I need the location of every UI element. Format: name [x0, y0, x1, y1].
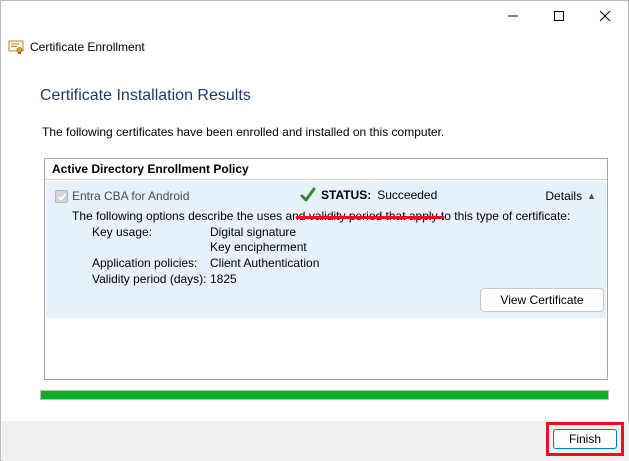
progress-fill	[41, 391, 608, 399]
enrollment-policy-group: Active Directory Enrollment Policy Entra…	[44, 158, 608, 380]
certificate-name: Entra CBA for Android	[72, 189, 190, 203]
progress-bar	[40, 390, 609, 400]
success-check-icon	[300, 187, 316, 202]
close-icon	[599, 10, 611, 22]
status-value: Succeeded	[377, 188, 438, 202]
validity-period-row: Validity period (days): 1825	[92, 272, 319, 287]
caption-buttons	[490, 1, 628, 31]
footer-bar: Finish	[2, 421, 629, 461]
close-button[interactable]	[582, 1, 628, 31]
application-policies-value: Client Authentication	[210, 256, 320, 270]
status-indicator: STATUS: Succeeded	[300, 187, 437, 203]
status-label: STATUS:	[321, 188, 372, 202]
key-usage-label: Key usage:	[92, 225, 153, 239]
window-title: Certificate Enrollment	[30, 40, 145, 54]
checkmark-icon	[57, 193, 67, 201]
page-title: Certificate Installation Results	[40, 87, 251, 104]
key-usage-value: Digital signature	[210, 225, 297, 239]
minimize-icon	[508, 15, 518, 17]
application-policies-label: Application policies:	[92, 256, 198, 270]
details-toggle[interactable]: Details ▲	[545, 189, 596, 203]
status-annotation-underline	[295, 216, 445, 219]
certificate-checkbox[interactable]	[55, 190, 68, 203]
key-usage-value: Key encipherment	[210, 240, 307, 254]
finish-annotation-box: Finish	[546, 422, 624, 456]
key-usage-row: Key usage: Digital signature Key enciphe…	[92, 225, 319, 255]
certificate-panel: Entra CBA for Android STATUS: Succeeded …	[46, 181, 606, 318]
validity-period-label: Validity period (days):	[92, 272, 207, 286]
certificate-enrollment-window: Certificate Enrollment Certificate Insta…	[0, 0, 629, 461]
certificate-icon	[8, 40, 24, 55]
application-policies-row: Application policies: Client Authenticat…	[92, 256, 319, 271]
details-label: Details	[545, 189, 583, 203]
title-bar: Certificate Enrollment	[8, 38, 145, 56]
maximize-button[interactable]	[536, 1, 582, 31]
intro-text: The following certificates have been enr…	[42, 125, 445, 139]
view-certificate-button[interactable]: View Certificate	[480, 288, 604, 312]
certificate-properties: Key usage: Digital signature Key enciphe…	[92, 225, 319, 288]
validity-period-value: 1825	[210, 272, 237, 286]
minimize-button[interactable]	[490, 1, 536, 31]
finish-button[interactable]: Finish	[553, 429, 617, 449]
policy-name: Active Directory Enrollment Policy	[45, 159, 607, 180]
chevron-up-icon: ▲	[587, 191, 596, 201]
maximize-icon	[554, 11, 564, 21]
